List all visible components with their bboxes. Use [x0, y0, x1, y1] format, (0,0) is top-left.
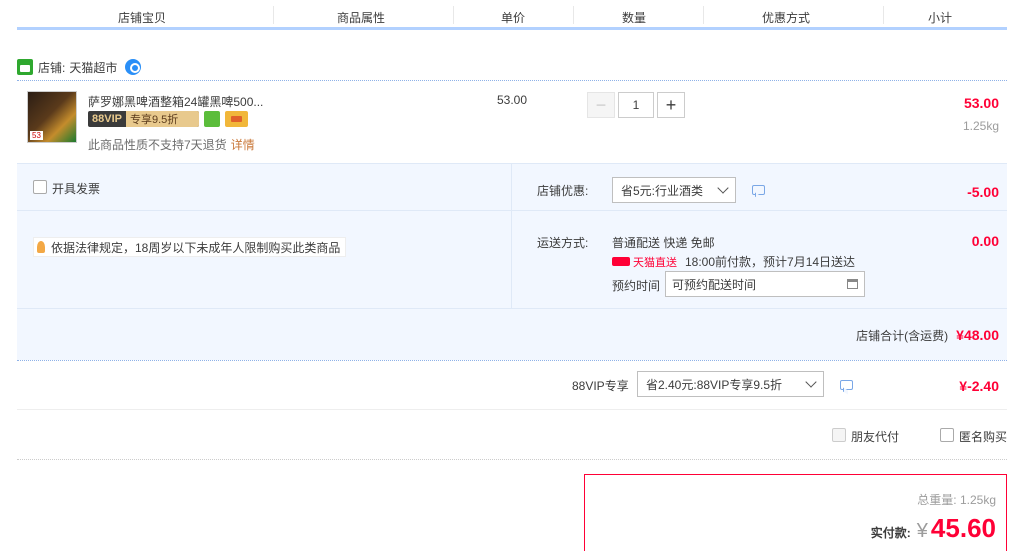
- shop-discount-amount: -5.00: [967, 184, 999, 200]
- anonymous-checkbox[interactable]: [940, 428, 954, 442]
- delivery-estimate: 天猫直送 18:00前付款，预计7月14日送达: [612, 253, 855, 270]
- age-notice: 依据法律规定，18周岁以下未成年人限制购买此类商品: [33, 237, 347, 257]
- vip-discount-amount: ¥-2.40: [959, 378, 999, 394]
- calendar-icon: [847, 279, 858, 289]
- shop-label: 店铺:: [38, 60, 66, 75]
- item-weight: 1.25kg: [962, 119, 999, 133]
- reserve-time-input[interactable]: 可预约配送时间: [665, 271, 865, 297]
- vip-discount-value: 省2.40元:88VIP专享9.5折: [646, 377, 783, 392]
- reserve-placeholder: 可预约配送时间: [672, 277, 757, 292]
- qty-input[interactable]: 1: [618, 92, 654, 118]
- shop-total-label: 店铺合计(含运费): [856, 329, 949, 343]
- chevron-down-icon: [805, 376, 817, 388]
- anonymous-label: 匿名购买: [959, 430, 1008, 444]
- item-subtotal: 53.00: [963, 95, 999, 111]
- no-return-text: 此商品性质不支持7天退货: [88, 138, 227, 152]
- header-divider: [273, 6, 274, 24]
- tmall-shop-icon: [17, 59, 33, 75]
- reserve-label: 预约时间: [612, 279, 661, 293]
- chat-wangwang-icon[interactable]: [125, 59, 142, 75]
- header-divider: [883, 6, 884, 24]
- shop-line: 店铺: 天猫超市: [17, 58, 142, 76]
- order-summary: 总重量: 1.25kg 实付款: ¥ 45.60: [584, 474, 1007, 551]
- header-subtotal: 小计: [928, 11, 953, 25]
- qty-minus-button[interactable]: −: [587, 92, 615, 118]
- actual-payment: 实付款: ¥ 45.60: [871, 513, 996, 544]
- bulb-icon: [37, 241, 45, 253]
- header-divider: [573, 6, 574, 24]
- qty-plus-button[interactable]: +: [657, 92, 685, 118]
- pay-label: 实付款:: [870, 526, 911, 540]
- product-title[interactable]: 萨罗娜黑啤酒整箱24罐黑啤500...: [88, 93, 263, 110]
- message-icon[interactable]: [840, 380, 853, 390]
- divider: [511, 164, 512, 308]
- total-weight: 总重量: 1.25kg: [917, 493, 996, 507]
- unit-price: 53.00: [497, 93, 528, 107]
- age-notice-text: 依据法律规定，18周岁以下未成年人限制购买此类商品: [51, 240, 341, 255]
- header-divider: [453, 6, 454, 24]
- shipping-label: 运送方式:: [537, 236, 589, 250]
- header-attr: 商品属性: [337, 11, 386, 25]
- vip-label: 88VIP专享: [572, 379, 629, 393]
- order-options-panel: 开具发票 依据法律规定，18周岁以下未成年人限制购买此类商品 店铺优惠: 省5元…: [17, 163, 1007, 360]
- header-discount: 优惠方式: [762, 11, 811, 25]
- tmall-direct-tag: 天猫直送: [612, 254, 677, 270]
- shipping-method: 普通配送 快递 免邮: [612, 236, 715, 250]
- delivery-note: 18:00前付款，预计7月14日送达: [685, 255, 856, 269]
- shop-discount-select[interactable]: 省5元:行业酒类: [612, 177, 736, 203]
- product-thumbnail[interactable]: 53: [27, 91, 77, 143]
- shop-name[interactable]: 天猫超市: [69, 59, 117, 76]
- quantity-stepper: − 1 +: [587, 92, 685, 118]
- detail-link[interactable]: 详情: [231, 138, 255, 152]
- header-item: 店铺宝贝: [118, 11, 167, 25]
- message-icon[interactable]: [752, 185, 765, 195]
- shop-discount-value: 省5元:行业酒类: [621, 183, 704, 198]
- vip-discount-tag: 88VIP 专享9.5折: [88, 111, 199, 127]
- cart-item: 53 萨罗娜黑啤酒整箱24罐黑啤500... 88VIP 专享9.5折 此商品性…: [17, 80, 1007, 163]
- vip-discount-row: 88VIP专享 省2.40元:88VIP专享9.5折 ¥-2.40: [17, 360, 1007, 410]
- invoice-label: 开具发票: [52, 182, 101, 196]
- no-return-note: 此商品性质不支持7天退货 详情: [88, 136, 255, 153]
- invoice-checkbox[interactable]: [33, 180, 47, 194]
- pay-amount: 45.60: [930, 513, 996, 543]
- vip-tag-left: 88VIP: [92, 113, 122, 125]
- friend-pay-checkbox[interactable]: [832, 428, 846, 442]
- shipping-amount: 0.00: [971, 233, 999, 249]
- shop-discount-label: 店铺优惠:: [537, 184, 589, 198]
- header-divider: [703, 6, 704, 24]
- divider: [17, 210, 511, 211]
- friend-pay-label: 朋友代付: [851, 430, 900, 444]
- extra-options-row: 朋友代付 匿名购买: [17, 410, 1007, 460]
- table-header: 店铺宝贝 商品属性 单价 数量 优惠方式 小计: [17, 0, 1007, 30]
- card-icon: [225, 111, 248, 127]
- vip-tag-right: 专享9.5折: [125, 111, 199, 127]
- service-icon: [204, 111, 220, 127]
- thumb-badge: 53: [30, 131, 43, 140]
- shop-total-value: ¥48.00: [956, 327, 999, 343]
- currency-symbol: ¥: [916, 520, 928, 542]
- shop-total: 店铺合计(含运费) ¥48.00: [856, 327, 999, 344]
- divider: [17, 308, 1007, 309]
- vip-discount-select[interactable]: 省2.40元:88VIP专享9.5折: [637, 371, 824, 397]
- header-qty: 数量: [622, 11, 647, 25]
- divider: [511, 210, 1007, 211]
- tmall-cat-icon: [612, 257, 630, 266]
- tmall-direct-text: 天猫直送: [633, 256, 677, 269]
- header-price: 单价: [501, 11, 526, 25]
- chevron-down-icon: [717, 182, 729, 194]
